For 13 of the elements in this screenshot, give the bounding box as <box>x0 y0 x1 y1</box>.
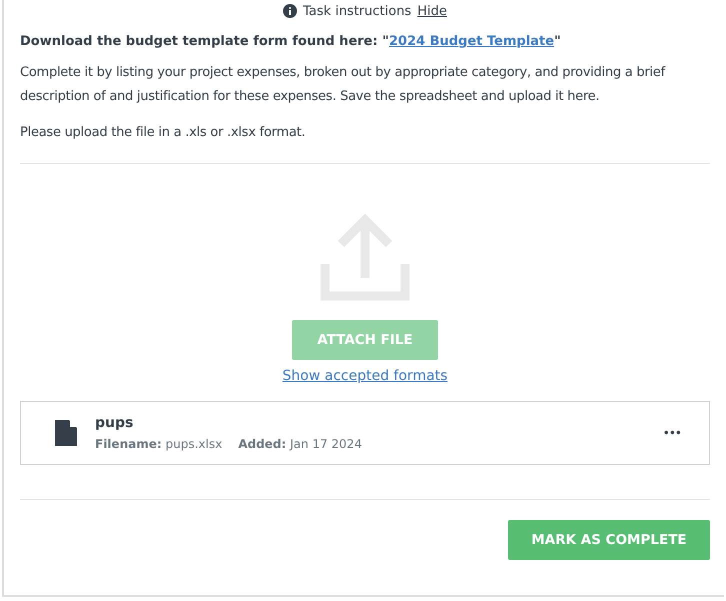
file-name: pups <box>95 415 134 431</box>
document-icon <box>55 420 77 446</box>
file-filename: Filename: pups.xlsx <box>95 437 222 451</box>
file-added-date: Added: Jan 17 2024 <box>238 437 362 451</box>
instruction-text: Please upload the file in a .xls or .xlsx format. <box>20 124 306 142</box>
instruction-text: Complete it by listing your project expenses, broken out by appropriate category, and providing a brief description of and justification for these expenses. Save the spreadsheet and upload it here. <box>20 64 666 106</box>
instructions-label: Task instructions <box>303 4 412 18</box>
more-options-button[interactable]: ••• <box>662 426 681 440</box>
template-link[interactable]: 2024 Budget Template <box>388 34 554 49</box>
info-icon <box>283 4 298 18</box>
download-instruction: Download the budget template form found here: "2024 Budget Template" <box>20 34 562 49</box>
hide-link[interactable]: Hide <box>417 4 447 18</box>
mark-complete-button[interactable]: MARK AS COMPLETE <box>508 520 710 560</box>
